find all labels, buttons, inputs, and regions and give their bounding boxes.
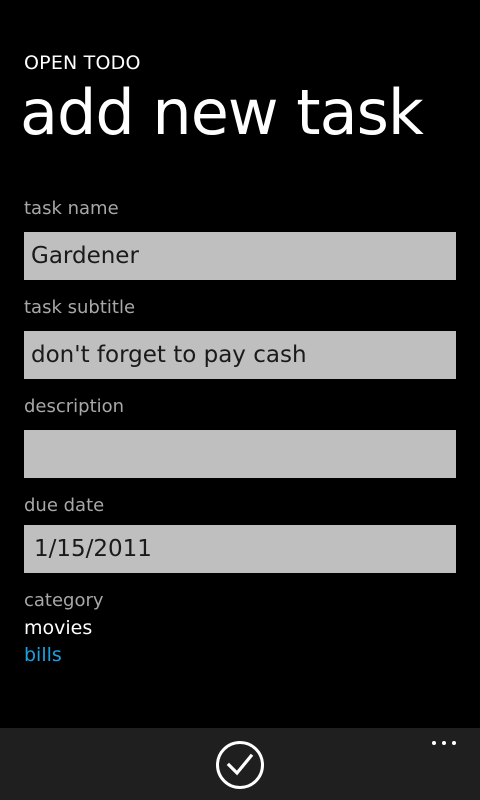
description-input[interactable] [24,430,456,478]
task-name-input[interactable] [24,232,456,280]
due-date-label: due date [24,495,105,516]
add-task-screen: OPEN TODO add new task task name task su… [0,0,480,800]
page-title: add new task [20,76,424,149]
application-bar [0,728,480,800]
description-label: description [24,396,125,417]
task-name-label: task name [24,198,119,219]
save-check-button[interactable] [216,741,264,789]
category-option-bills[interactable]: bills [24,644,62,666]
check-icon [226,753,254,776]
task-subtitle-input[interactable] [24,331,456,379]
app-title: OPEN TODO [24,52,141,74]
task-subtitle-label: task subtitle [24,297,136,318]
more-options-button[interactable] [426,732,462,756]
category-label: category [24,590,104,611]
category-option-movies[interactable]: movies [24,617,92,639]
due-date-picker[interactable] [24,525,456,573]
